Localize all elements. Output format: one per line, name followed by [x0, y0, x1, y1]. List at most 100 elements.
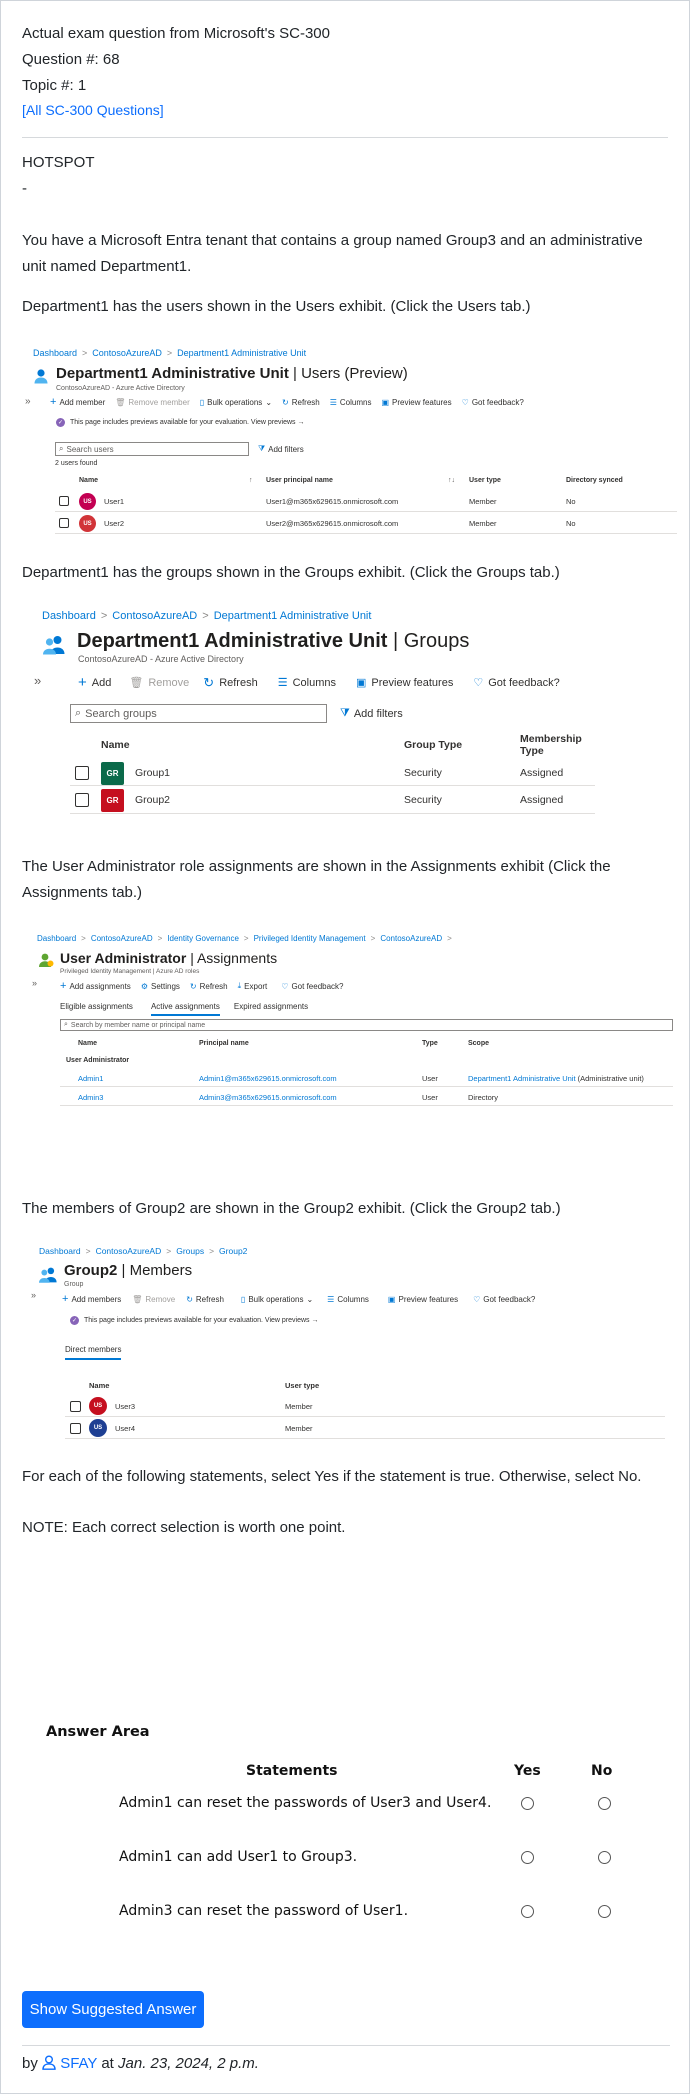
sort-icon[interactable]: ↑ [249, 477, 253, 484]
col-upn[interactable]: User principal name [266, 477, 333, 484]
col-name[interactable]: Name [79, 477, 98, 484]
row-checkbox[interactable] [75, 793, 89, 807]
expand-icon[interactable]: » [31, 1290, 36, 1300]
group-name[interactable]: Group1 [135, 767, 170, 779]
col-group-type[interactable]: Group Type [404, 739, 462, 751]
yes-radio-1[interactable] [521, 1797, 534, 1810]
no-radio-2[interactable] [598, 1851, 611, 1864]
assignment-row[interactable]: Admin3 Admin3@m365x629615.onmicrosoft.co… [60, 1088, 673, 1106]
principal-name[interactable]: Admin1@m365x629615.onmicrosoft.com [199, 1074, 337, 1083]
add-button[interactable]: + Add [78, 674, 111, 691]
add-member-button[interactable]: + Add member [50, 396, 105, 408]
tab-expired[interactable]: Expired assignments [234, 1002, 308, 1016]
users-table-row[interactable]: US User2 User2@m365x629615.onmicrosoft.c… [55, 513, 677, 534]
row-checkbox[interactable] [70, 1423, 81, 1434]
breadcrumb-identity-governance[interactable]: Identity Governance [167, 934, 239, 943]
bulk-operations-button[interactable]: ▯ Bulk operations ⌄ [241, 1295, 313, 1304]
col-directory-synced[interactable]: Directory synced [566, 477, 623, 484]
col-principal[interactable]: Principal name [199, 1040, 249, 1047]
add-assignments-button[interactable]: + Add assignments [60, 980, 131, 992]
breadcrumb-dashboard[interactable]: Dashboard [37, 934, 76, 943]
breadcrumb-tenant[interactable]: ContosoAzureAD [112, 610, 197, 622]
no-radio-3[interactable] [598, 1905, 611, 1918]
breadcrumb-admin-unit[interactable]: Department1 Administrative Unit [214, 610, 372, 622]
breadcrumb-dashboard[interactable]: Dashboard [39, 1246, 81, 1256]
col-name[interactable]: Name [101, 739, 130, 751]
members-table-row[interactable]: US User4 Member [65, 1418, 665, 1439]
breadcrumb-group2[interactable]: Group2 [219, 1246, 247, 1256]
principal-name[interactable]: Admin3@m365x629615.onmicrosoft.com [199, 1093, 337, 1102]
breadcrumb-admin-unit[interactable]: Department1 Administrative Unit [177, 348, 306, 358]
breadcrumb-tenant-2[interactable]: ContosoAzureAD [380, 934, 442, 943]
group-name[interactable]: Group2 [135, 794, 170, 806]
remove-button[interactable]: 🗑 Remove [129, 676, 189, 690]
add-filters-button[interactable]: ⧩ Add filters [340, 707, 403, 720]
col-name[interactable]: Name [89, 1381, 109, 1390]
groups-table-row[interactable]: GR Group1 Security Assigned [70, 759, 595, 786]
row-checkbox[interactable] [75, 766, 89, 780]
groups-table-row[interactable]: GR Group2 Security Assigned [70, 787, 595, 814]
preview-features-button[interactable]: ▣ Preview features [388, 1295, 458, 1304]
sort-icon[interactable]: ↑↓ [448, 477, 455, 484]
columns-button[interactable]: ☰ Columns [330, 398, 372, 407]
tab-eligible[interactable]: Eligible assignments [60, 1002, 133, 1016]
row-checkbox[interactable] [59, 518, 69, 528]
col-name[interactable]: Name [78, 1040, 97, 1047]
author-link[interactable]: SFAY [60, 2055, 97, 2072]
row-checkbox[interactable] [70, 1401, 81, 1412]
columns-button[interactable]: ☰ Columns [327, 1295, 369, 1304]
feedback-button[interactable]: ♡ Got feedback? [462, 398, 524, 407]
assignment-row[interactable]: Admin1 Admin1@m365x629615.onmicrosoft.co… [60, 1069, 673, 1087]
user-name[interactable]: User2 [104, 519, 124, 528]
settings-button[interactable]: ⚙ Settings [141, 982, 180, 991]
row-checkbox[interactable] [59, 496, 69, 506]
search-members-input[interactable]: ⌕ Search by member name or principal name [60, 1019, 673, 1031]
member-name[interactable]: User4 [115, 1424, 135, 1433]
preview-features-button[interactable]: ▣ Preview features [381, 398, 451, 407]
breadcrumb-groups[interactable]: Groups [176, 1246, 204, 1256]
yes-radio-2[interactable] [521, 1851, 534, 1864]
assignee-name[interactable]: Admin1 [78, 1074, 103, 1083]
expand-icon[interactable]: » [32, 978, 37, 988]
search-groups-input[interactable]: ⌕ Search groups [70, 704, 327, 723]
all-questions-link[interactable]: [All SC-300 Questions] [22, 97, 668, 123]
feedback-button[interactable]: ♡ Got feedback? [281, 982, 343, 991]
breadcrumb-tenant[interactable]: ContosoAzureAD [91, 934, 153, 943]
columns-button[interactable]: ☰ Columns [278, 676, 336, 690]
refresh-button[interactable]: ↻ Refresh [186, 1295, 224, 1304]
export-button[interactable]: ⤓ Export [238, 981, 268, 991]
user-name[interactable]: User1 [104, 497, 124, 506]
col-membership-type[interactable]: Membership Type [520, 733, 595, 757]
scope-link[interactable]: Department1 Administrative Unit [468, 1074, 576, 1083]
remove-button[interactable]: 🗑 Remove [132, 1295, 175, 1304]
members-table-row[interactable]: US User3 Member [65, 1396, 665, 1417]
no-radio-1[interactable] [598, 1797, 611, 1810]
search-users-input[interactable]: ⌕ Search users [55, 442, 249, 456]
preview-features-button[interactable]: ▣ Preview features [356, 676, 453, 690]
yes-radio-3[interactable] [521, 1905, 534, 1918]
assignee-name[interactable]: Admin3 [78, 1093, 103, 1102]
expand-icon[interactable]: » [25, 396, 31, 407]
bulk-operations-button[interactable]: ▯ Bulk operations ⌄ [200, 398, 272, 407]
users-table-row[interactable]: US User1 User1@m365x629615.onmicrosoft.c… [55, 491, 677, 512]
col-user-type[interactable]: User type [285, 1381, 319, 1390]
breadcrumb-tenant[interactable]: ContosoAzureAD [92, 348, 162, 358]
refresh-button[interactable]: ↻ Refresh [203, 675, 257, 691]
refresh-button[interactable]: ↻ Refresh [190, 982, 228, 991]
remove-member-button[interactable]: 🗑 Remove member [115, 398, 190, 407]
add-members-button[interactable]: + Add members [62, 1293, 121, 1305]
breadcrumb-tenant[interactable]: ContosoAzureAD [96, 1246, 162, 1256]
tab-direct-members[interactable]: Direct members [65, 1345, 122, 1360]
col-scope[interactable]: Scope [468, 1040, 489, 1047]
feedback-button[interactable]: ♡ Got feedback? [473, 1295, 535, 1304]
breadcrumb-dashboard[interactable]: Dashboard [42, 610, 96, 622]
add-filters-button[interactable]: ⧩ Add filters [258, 444, 304, 454]
tab-active[interactable]: Active assignments [150, 1002, 220, 1016]
col-user-type[interactable]: User type [469, 477, 501, 484]
show-answer-button[interactable]: Show Suggested Answer [22, 1991, 204, 2028]
feedback-button[interactable]: ♡ Got feedback? [473, 676, 559, 690]
refresh-button[interactable]: ↻ Refresh [282, 398, 320, 407]
expand-icon[interactable]: » [34, 673, 41, 688]
member-name[interactable]: User3 [115, 1402, 135, 1411]
col-type[interactable]: Type [422, 1040, 438, 1047]
